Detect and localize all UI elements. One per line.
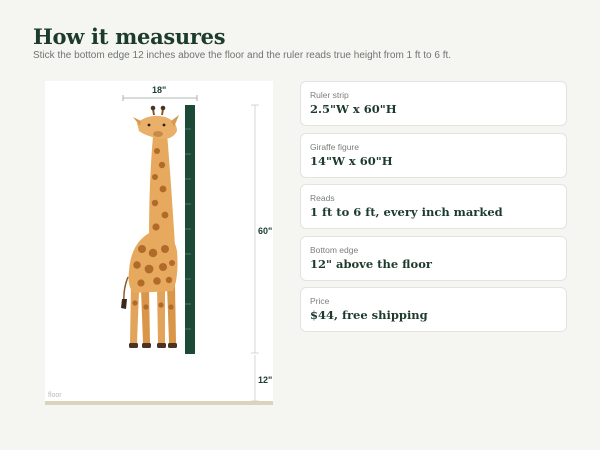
spec-card-giraffe-figure: Giraffe figure 14"W x 60"H [300,133,567,178]
giraffe-ruler-diagram: 18" 60" 12" [45,85,273,405]
spec-label: Bottom edge [310,245,359,255]
page-title: How it measures [33,24,226,49]
width-label: 18" [152,85,166,95]
measurement-illustration: 18" 60" 12" floor [45,81,273,405]
giraffe-illustration [121,105,179,348]
spec-value: 14"W x 60"H [310,154,393,168]
spec-label: Reads [310,193,335,203]
floor-strip [45,401,273,405]
spec-value: 2.5"W x 60"H [310,102,397,116]
ruler-strip [185,105,195,354]
floor-label: floor [48,392,62,399]
spec-card-reads: Reads 1 ft to 6 ft, every inch marked [300,184,567,229]
spec-card-bottom-edge: Bottom edge 12" above the floor [300,236,567,281]
offset-label: 12" [258,375,272,385]
spec-value: $44, free shipping [310,308,428,322]
height-dimension [251,104,259,402]
height-label: 60" [258,226,272,236]
spec-card-price: Price $44, free shipping [300,287,567,332]
spec-label: Ruler strip [310,90,349,100]
spec-label: Giraffe figure [310,142,359,152]
spec-value: 12" above the floor [310,257,432,271]
width-dimension [122,95,198,101]
page-subtitle: Stick the bottom edge 12 inches above th… [33,50,452,61]
spec-label: Price [310,296,330,306]
spec-card-ruler-strip: Ruler strip 2.5"W x 60"H [300,81,567,126]
spec-value: 1 ft to 6 ft, every inch marked [310,205,503,219]
